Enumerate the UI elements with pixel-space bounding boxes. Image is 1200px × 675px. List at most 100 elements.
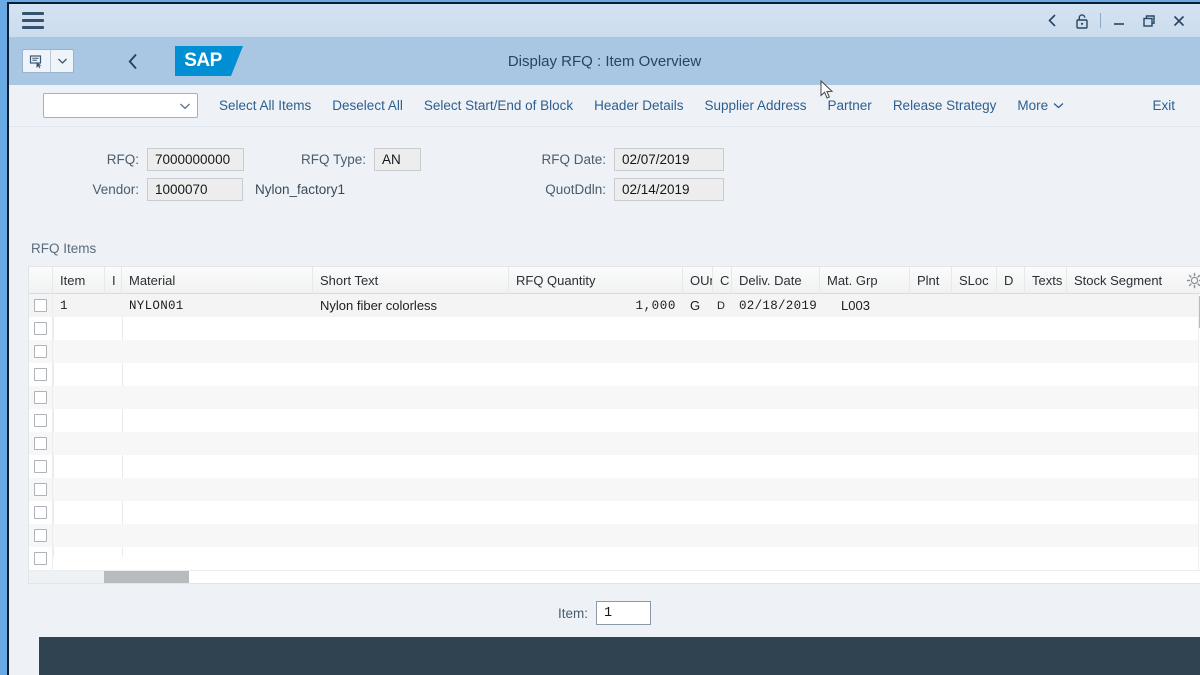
row-checkbox[interactable] <box>34 368 47 381</box>
cell-short-text: Nylon fiber colorless <box>320 298 438 313</box>
column-header-rfq-quantity[interactable]: RFQ Quantity <box>509 267 683 294</box>
table-row-empty[interactable] <box>29 363 1200 386</box>
vendor-input[interactable]: 1000070 <box>147 178 243 201</box>
supplier-address-button[interactable]: Supplier Address <box>704 98 806 113</box>
release-strategy-button[interactable]: Release Strategy <box>893 98 997 113</box>
header-details-button[interactable]: Header Details <box>594 98 683 113</box>
quotddln-input[interactable]: 02/14/2019 <box>614 178 724 201</box>
table-row-empty[interactable] <box>29 409 1200 432</box>
row-checkbox-cell[interactable] <box>29 363 53 386</box>
row-checkbox[interactable] <box>34 322 47 335</box>
sap-logo-text: SAP <box>184 50 222 71</box>
table-row-empty[interactable] <box>29 524 1200 547</box>
column-header-c[interactable]: C <box>713 267 732 294</box>
column-header-deliv-date[interactable]: Deliv. Date <box>732 267 820 294</box>
column-header-d[interactable]: D <box>997 267 1025 294</box>
minimize-icon[interactable] <box>1104 6 1134 36</box>
more-menu-button[interactable]: More <box>1017 98 1064 113</box>
row-checkbox-cell[interactable] <box>29 317 53 340</box>
select-all-items-button[interactable]: Select All Items <box>219 98 311 113</box>
rfq-items-table: Item I Material Short Text RFQ Quantity … <box>28 266 1200 584</box>
column-header-mat-grp[interactable]: Mat. Grp <box>820 267 910 294</box>
cell-item: 1 <box>60 298 68 313</box>
column-header-material[interactable]: Material <box>122 267 313 294</box>
sap-logo: SAP <box>175 46 243 76</box>
note-with-cursor-icon[interactable] <box>23 50 51 72</box>
exit-button[interactable]: Exit <box>1152 98 1175 113</box>
column-header-texts[interactable]: Texts <box>1025 267 1067 294</box>
row-checkbox[interactable] <box>34 483 47 496</box>
action-toolbar: Select All Items Deselect All Select Sta… <box>9 85 1200 127</box>
row-checkbox-cell[interactable] <box>29 501 53 524</box>
column-header-plnt[interactable]: Plnt <box>910 267 952 294</box>
rfq-type-field-group: RFQ Type: AN <box>292 148 421 171</box>
deselect-all-button[interactable]: Deselect All <box>332 98 403 113</box>
close-icon[interactable] <box>1164 6 1194 36</box>
footer-bar <box>39 637 1200 675</box>
column-header-item[interactable]: Item <box>53 267 105 294</box>
gear-icon[interactable] <box>1186 272 1200 289</box>
sap-logo-triangle <box>231 46 243 76</box>
window-back-chevron-icon[interactable] <box>1037 6 1067 36</box>
column-header-select-all[interactable] <box>29 267 53 294</box>
table-row[interactable]: 1 NYLON01 Nylon fiber colorless 1,000 G … <box>29 294 1200 317</box>
cell-deliv-date: 02/18/2019 <box>739 298 818 313</box>
column-header-oun[interactable]: OUn <box>683 267 713 294</box>
rfq-date-label: RFQ Date: <box>541 152 606 167</box>
row-checkbox[interactable] <box>34 506 47 519</box>
table-row-empty[interactable] <box>29 455 1200 478</box>
partner-button[interactable]: Partner <box>828 98 872 113</box>
horizontal-scrollbar-track[interactable] <box>29 571 104 583</box>
rfq-input[interactable]: 7000000000 <box>147 148 244 171</box>
history-split-button[interactable] <box>22 49 74 73</box>
row-checkbox[interactable] <box>34 345 47 358</box>
table-row-empty[interactable] <box>29 386 1200 409</box>
shell-back-button[interactable] <box>120 48 146 74</box>
table-row-empty[interactable] <box>29 478 1200 501</box>
table-row-empty[interactable] <box>29 501 1200 524</box>
row-checkbox[interactable] <box>34 529 47 542</box>
row-checkbox-cell[interactable] <box>29 478 53 501</box>
column-header-stock-segment[interactable]: Stock Segment <box>1067 267 1199 294</box>
row-checkbox-cell[interactable] <box>29 340 53 363</box>
horizontal-scrollbar-thumb[interactable] <box>104 571 189 583</box>
table-horizontal-scrollbar[interactable] <box>29 570 1200 583</box>
row-checkbox-cell[interactable] <box>29 455 53 478</box>
row-checkbox-cell[interactable] <box>29 547 53 570</box>
table-row-empty[interactable] <box>29 547 1200 570</box>
table-row-empty[interactable] <box>29 432 1200 455</box>
history-dropdown-arrow-icon[interactable] <box>51 50 73 72</box>
row-checkbox[interactable] <box>34 437 47 450</box>
row-checkbox-cell[interactable] <box>29 524 53 547</box>
row-checkbox[interactable] <box>34 552 47 565</box>
row-checkbox-cell[interactable] <box>29 294 53 317</box>
window-title-bar <box>9 4 1200 37</box>
rfq-items-section-title: RFQ Items <box>31 241 97 256</box>
rfq-date-input[interactable]: 02/07/2019 <box>614 148 724 171</box>
vendor-field-group: Vendor: 1000070 Nylon_factory1 <box>71 178 345 201</box>
cell-mat-grp: L003 <box>841 298 870 313</box>
row-checkbox[interactable] <box>34 299 47 312</box>
cell-c: D <box>717 299 725 312</box>
toolbar-select[interactable] <box>43 93 198 118</box>
select-start-end-of-block-button[interactable]: Select Start/End of Block <box>424 98 573 113</box>
lock-icon[interactable] <box>1067 6 1097 36</box>
row-checkbox[interactable] <box>34 460 47 473</box>
rfq-type-input[interactable]: AN <box>374 148 421 171</box>
row-checkbox[interactable] <box>34 414 47 427</box>
column-header-i[interactable]: I <box>105 267 122 294</box>
column-header-sloc[interactable]: SLoc <box>952 267 997 294</box>
rfq-type-label: RFQ Type: <box>300 152 366 167</box>
item-input[interactable]: 1 <box>596 601 651 625</box>
column-header-short-text[interactable]: Short Text <box>313 267 509 294</box>
quotddln-field-group: QuotDdln: 02/14/2019 <box>532 178 724 201</box>
row-checkbox-cell[interactable] <box>29 432 53 455</box>
row-checkbox[interactable] <box>34 391 47 404</box>
table-row-empty[interactable] <box>29 340 1200 363</box>
table-row-empty[interactable] <box>29 317 1200 340</box>
hamburger-menu-icon[interactable] <box>19 9 47 33</box>
table-body: 1 NYLON01 Nylon fiber colorless 1,000 G … <box>29 294 1200 570</box>
restore-icon[interactable] <box>1134 6 1164 36</box>
row-checkbox-cell[interactable] <box>29 409 53 432</box>
row-checkbox-cell[interactable] <box>29 386 53 409</box>
